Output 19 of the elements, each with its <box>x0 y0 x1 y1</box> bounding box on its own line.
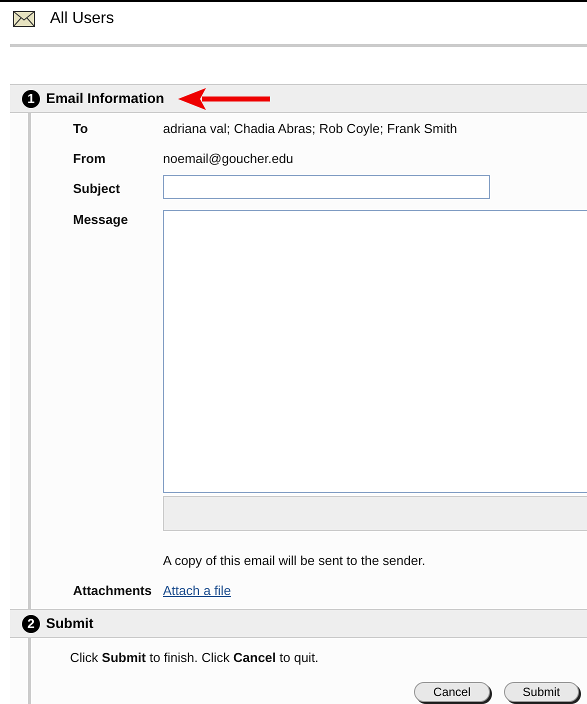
field-value: adriana val; Chadia Abras; Rob Coyle; Frank Smith <box>163 120 458 138</box>
field-label: Attachments <box>73 582 153 600</box>
attach-link[interactable]: Attach a file <box>163 581 231 605</box>
field-label: To <box>73 120 89 138</box>
copy-note: A copy of this email will be sent to the sender. <box>163 553 426 568</box>
field-label: Message <box>73 211 129 229</box>
field-label: Subject <box>73 180 121 198</box>
field-value: noemail@goucher.edu <box>163 150 294 168</box>
section-title: Submit <box>46 614 94 633</box>
form-button[interactable]: Cancel <box>414 682 490 702</box>
step-number: 2 <box>22 614 40 632</box>
instructions-text: Click Submit to finish. Click Cancel to quit. <box>70 650 319 665</box>
envelope-icon <box>13 10 35 26</box>
page-title: All Users <box>50 8 114 28</box>
step-number: 1 <box>22 90 40 108</box>
section-title: Email Information <box>46 89 164 108</box>
subject-input[interactable] <box>163 175 490 199</box>
field-label: From <box>73 150 106 168</box>
form-button[interactable]: Submit <box>504 682 579 702</box>
